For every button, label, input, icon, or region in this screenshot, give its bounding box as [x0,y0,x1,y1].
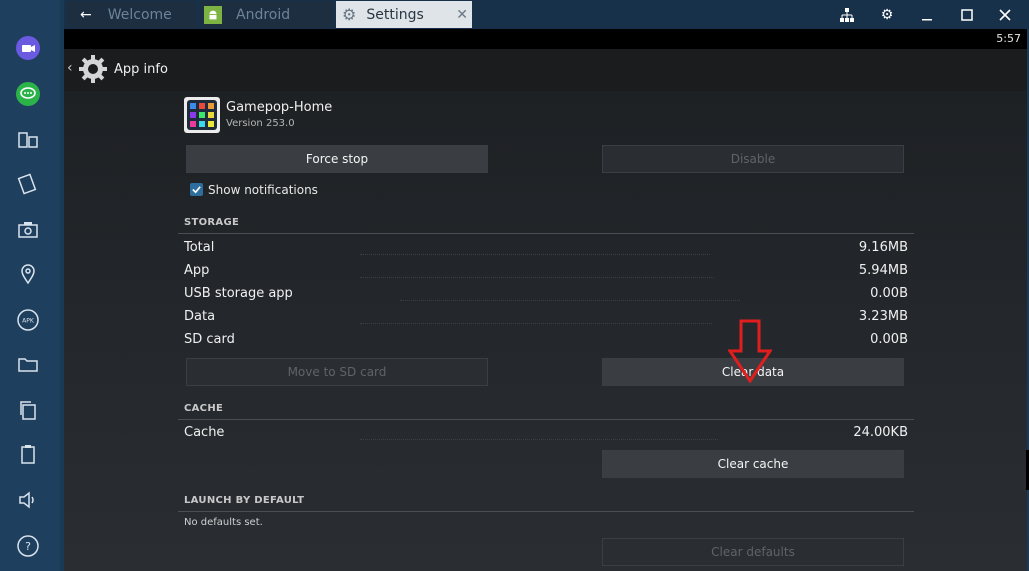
launch-divider [178,511,914,512]
gear-icon[interactable]: ⚙ [875,4,899,26]
help-icon[interactable]: ? [10,528,46,564]
apk-icon[interactable]: APK [10,302,46,338]
row-value: 5.94MB [858,263,908,278]
tab-label: Android [236,6,291,23]
show-notifications-checkbox[interactable] [190,183,203,196]
no-defaults-text: No defaults set. [184,517,263,528]
sidebar: APK ? [0,0,60,571]
window-titlebar: ← Welcome Android ⚙ Settings ✕ ⚙ [64,0,1029,29]
chat-icon[interactable] [10,76,46,112]
multi-window-icon[interactable] [10,122,46,158]
action-bar: ‹ App info [64,49,1027,91]
copy-icon[interactable] [10,392,46,428]
rotate-icon[interactable] [10,166,46,202]
show-notifications-label: Show notifications [208,183,318,197]
cache-row: Cache 24.00KB [184,425,908,445]
leader-dots [360,323,712,324]
back-arrow-icon[interactable]: ← [80,7,92,23]
row-label: USB storage app [184,286,293,301]
launch-header: LAUNCH BY DEFAULT [184,495,305,506]
row-label: Total [184,240,215,255]
storage-divider [178,233,914,234]
leader-dots [360,277,714,278]
status-time: 5:57 [996,32,1021,45]
storage-header: STORAGE [184,217,240,228]
row-value: 0.00B [870,286,908,301]
clear-defaults-button[interactable]: Clear defaults [602,538,904,566]
move-to-sd-button[interactable]: Move to SD card [186,358,488,386]
status-bar: 5:57 [64,29,1027,49]
app-name: Gamepop-Home [226,100,333,115]
leader-dots [360,439,718,440]
android-icon [204,5,222,24]
network-icon[interactable] [835,4,859,26]
app-icon [184,97,220,133]
android-screen: 5:57 ‹ App info Gamepop-Home Version 253… [64,29,1027,571]
storage-row-data: Data 3.23MB [184,309,908,329]
clear-cache-button[interactable]: Clear cache [602,450,904,478]
video-camera-icon[interactable] [10,30,46,66]
cache-header: CACHE [184,403,224,414]
row-value: 3.23MB [858,309,908,324]
tab-welcome[interactable]: ← Welcome [66,1,196,28]
clipboard-icon[interactable] [10,436,46,472]
row-label: Data [184,309,216,324]
tab-settings[interactable]: ⚙ Settings ✕ [336,1,472,28]
svg-text:?: ? [25,540,31,553]
leader-dots [360,254,710,255]
settings-gear-icon[interactable] [76,52,110,86]
page-title: App info [114,62,168,77]
red-arrow-annotation [728,319,772,383]
storage-row-app: App 5.94MB [184,263,908,283]
row-value: 24.00KB [853,425,908,440]
gear-icon: ⚙ [342,5,357,24]
close-icon[interactable] [993,4,1017,26]
row-label: App [184,263,210,278]
row-value: 9.16MB [858,240,908,255]
close-tab-icon[interactable]: ✕ [456,7,468,23]
folder-icon[interactable] [10,346,46,382]
app-version: Version 253.0 [226,118,295,129]
row-label: SD card [184,332,235,347]
tab-label: Settings [366,6,424,23]
tab-android[interactable]: Android [200,1,334,28]
storage-row-total: Total 9.16MB [184,240,908,260]
row-value: 0.00B [870,332,908,347]
app-info-content: Gamepop-Home Version 253.0 Force stop Di… [64,91,1027,571]
location-icon[interactable] [10,256,46,292]
up-caret-icon[interactable]: ‹ [67,60,73,76]
svg-text:APK: APK [22,318,35,325]
force-stop-button[interactable]: Force stop [186,145,488,173]
volume-icon[interactable] [10,482,46,518]
storage-row-usb: USB storage app 0.00B [184,286,908,306]
row-label: Cache [184,425,225,440]
maximize-icon[interactable] [955,4,979,26]
leader-dots [400,300,740,301]
cache-divider [178,419,914,420]
camera-icon[interactable] [10,212,46,248]
disable-button[interactable]: Disable [602,145,904,173]
storage-row-sdcard: SD card 0.00B [184,332,908,352]
tab-label: Welcome [107,6,172,23]
minimize-icon[interactable] [915,4,939,26]
